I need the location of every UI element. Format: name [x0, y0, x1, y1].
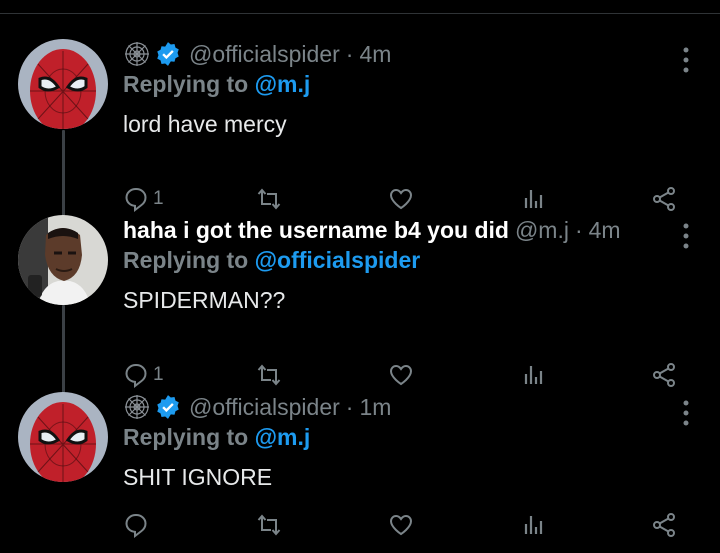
tweet[interactable]: haha i got the username b4 you did @m.j … [0, 215, 720, 392]
reply-button[interactable] [123, 510, 153, 540]
top-divider [0, 13, 720, 14]
reply-button[interactable]: 1 [123, 360, 164, 390]
share-icon [653, 513, 675, 537]
spiderman-avatar-image [18, 39, 108, 129]
share-button[interactable] [651, 510, 677, 540]
mention-link[interactable]: @officialspider [255, 247, 421, 273]
replying-to: Replying to @m.j [123, 422, 660, 452]
handle[interactable]: @officialspider [189, 394, 340, 421]
like-button[interactable] [388, 360, 414, 390]
timestamp[interactable]: 4m [589, 217, 621, 244]
spiderman-avatar-image [18, 392, 108, 482]
more-vertical-icon[interactable] [682, 47, 690, 73]
mention-link[interactable]: @m.j [255, 424, 311, 450]
tweet-text: lord have mercy [123, 111, 287, 137]
reply-button[interactable]: 1 [123, 184, 164, 214]
analytics-icon [524, 516, 543, 534]
share-button[interactable] [651, 184, 677, 214]
tweet[interactable]: @officialspider · 4m Replying to @m.j lo… [0, 39, 720, 216]
replying-to: Replying to @m.j [123, 69, 660, 99]
analytics-icon [524, 366, 543, 384]
heart-icon [389, 188, 413, 210]
views-button[interactable] [520, 360, 546, 390]
like-button[interactable] [388, 510, 414, 540]
timestamp[interactable]: 4m [359, 41, 391, 68]
more-vertical-icon[interactable] [682, 400, 690, 426]
replying-prefix: Replying to [123, 247, 249, 273]
display-name[interactable]: haha i got the username b4 you did [123, 217, 509, 244]
handle[interactable]: @m.j [515, 217, 569, 244]
heart-icon [389, 364, 413, 386]
action-bar: 1 [123, 360, 688, 390]
timestamp[interactable]: 1m [359, 394, 391, 421]
reply-count: 1 [153, 188, 164, 209]
spiderweb-icon [125, 395, 149, 419]
verified-badge-icon [157, 395, 179, 419]
retweet-button[interactable] [256, 360, 282, 390]
separator-dot: · [345, 40, 354, 67]
retweet-icon [257, 364, 281, 386]
reply-icon [125, 363, 147, 388]
avatar[interactable] [18, 215, 108, 305]
action-bar: 1 [123, 184, 688, 214]
retweet-icon [257, 514, 281, 536]
heart-icon [389, 514, 413, 536]
retweet-button[interactable] [256, 184, 282, 214]
reply-icon [125, 513, 147, 538]
handle[interactable]: @officialspider [189, 41, 340, 68]
like-button[interactable] [388, 184, 414, 214]
separator-dot: · [574, 216, 583, 243]
tweet[interactable]: @officialspider · 1m Replying to @m.j SH… [0, 392, 720, 553]
share-icon [653, 187, 675, 211]
views-button[interactable] [520, 184, 546, 214]
analytics-icon [524, 190, 543, 208]
selfie-avatar-image [18, 215, 108, 305]
tweet-text: SHIT IGNORE [123, 464, 273, 490]
spiderweb-icon [125, 42, 149, 66]
share-button[interactable] [651, 360, 677, 390]
replying-prefix: Replying to [123, 424, 249, 450]
replying-to: Replying to @officialspider [123, 245, 660, 275]
avatar[interactable] [18, 392, 108, 482]
action-bar [123, 510, 688, 540]
reply-count: 1 [153, 364, 164, 385]
reply-icon [125, 187, 147, 212]
retweet-icon [257, 188, 281, 210]
mention-link[interactable]: @m.j [255, 71, 311, 97]
replying-prefix: Replying to [123, 71, 249, 97]
retweet-button[interactable] [256, 510, 282, 540]
views-button[interactable] [520, 510, 546, 540]
avatar[interactable] [18, 39, 108, 129]
separator-dot: · [345, 393, 354, 420]
tweet-text: SPIDERMAN?? [123, 287, 286, 313]
more-vertical-icon[interactable] [682, 223, 690, 249]
share-icon [653, 363, 675, 387]
verified-badge-icon [157, 42, 179, 66]
